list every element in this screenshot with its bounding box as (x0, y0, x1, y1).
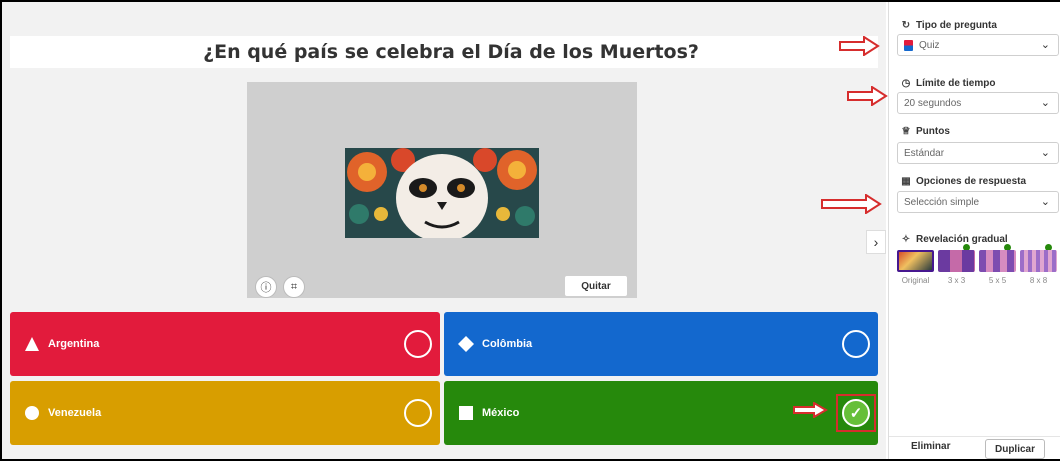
quiz-icon (904, 39, 913, 51)
answer-2[interactable]: Colômbia (444, 312, 878, 376)
question-editor: ¿En qué país se celebra el Día de los Mu… (2, 2, 886, 459)
medal-icon: ♕ (901, 126, 911, 137)
checkmark-icon: ✓ (849, 405, 863, 422)
reveal-option-label: Original (901, 276, 930, 285)
answer-3-correct-toggle[interactable] (404, 399, 432, 427)
answer-2-label: Colômbia (482, 338, 533, 350)
grid-icon: ▦ (901, 176, 911, 187)
answer-2-correct-toggle[interactable] (842, 330, 870, 358)
answer-options-heading: ▦ Opciones de respuesta (901, 176, 1026, 187)
media-area[interactable]: ⓘ ⌗ Quitar (247, 82, 637, 298)
annotation-arrow-icon (821, 194, 882, 214)
reveal-option-8x8[interactable]: 8 x 8 (1020, 242, 1057, 285)
answer-options-value: Selección simple (904, 196, 980, 208)
crop-icon[interactable]: ⌗ (283, 276, 305, 298)
question-type-label: Tipo de pregunta (916, 20, 997, 31)
reveal-option-label: 5 x 5 (988, 276, 1007, 285)
diamond-icon (458, 336, 474, 352)
answer-3-label: Venezuela (48, 407, 102, 419)
answer-3[interactable]: Venezuela (10, 381, 440, 445)
chevron-down-icon: ⌄ (1040, 147, 1050, 159)
chevron-down-icon: ⌄ (1040, 196, 1050, 208)
reveal-option-3x3[interactable]: 3 x 3 (938, 242, 975, 285)
info-icon[interactable]: ⓘ (255, 276, 277, 298)
reveal-option-label: 8 x 8 (1029, 276, 1048, 285)
points-select[interactable]: Estándar ⌄ (897, 142, 1059, 164)
answer-options-label: Opciones de respuesta (916, 176, 1027, 187)
media-tools: ⓘ ⌗ (255, 276, 305, 298)
remove-media-button[interactable]: Quitar (565, 276, 627, 296)
points-label: Puntos (916, 126, 950, 137)
reveal-thumbnail (1020, 250, 1057, 272)
reveal-heading: ✧ Revelación gradual (901, 234, 1008, 245)
time-limit-select[interactable]: 20 segundos ⌄ (897, 92, 1059, 114)
question-type-icon: ↻ (901, 20, 911, 31)
time-limit-heading: ◷ Límite de tiempo (901, 78, 996, 89)
reveal-option-label: 3 x 3 (947, 276, 966, 285)
duplicate-button[interactable]: Duplicar (985, 439, 1045, 459)
clock-icon: ◷ (901, 78, 911, 89)
points-heading: ♕ Puntos (901, 126, 950, 137)
delete-button[interactable]: Eliminar (911, 441, 950, 452)
reveal-thumbnail (979, 250, 1016, 272)
chevron-down-icon: ⌄ (1040, 97, 1050, 109)
answer-1-label: Argentina (48, 338, 100, 350)
question-title: ¿En qué país se celebra el Día de los Mu… (203, 41, 699, 63)
sidebar-footer: Eliminar Duplicar (889, 436, 1060, 459)
triangle-icon (25, 337, 39, 351)
reveal-thumbnail (938, 250, 975, 272)
answer-4-correct-toggle[interactable]: ✓ (842, 399, 870, 427)
reveal-options: Original 3 x 3 5 x 5 8 x 8 (897, 242, 1059, 285)
annotation-arrow-icon (839, 36, 880, 56)
settings-sidebar: ↻ Tipo de pregunta Quiz ⌄ ◷ Límite de ti… (888, 2, 1060, 459)
question-type-heading: ↻ Tipo de pregunta (901, 20, 997, 31)
reveal-option-5x5[interactable]: 5 x 5 (979, 242, 1016, 285)
points-value: Estándar (904, 147, 945, 159)
question-title-field[interactable]: ¿En qué país se celebra el Día de los Mu… (10, 36, 878, 68)
square-icon (459, 406, 473, 420)
answer-options-select[interactable]: Selección simple ⌄ (897, 191, 1059, 213)
reveal-thumbnail (897, 250, 934, 272)
collapse-sidebar-button[interactable]: › (866, 230, 886, 254)
question-type-value: Quiz (919, 39, 940, 51)
reveal-option-original[interactable]: Original (897, 250, 934, 285)
catrina-image (345, 148, 539, 238)
circle-icon (25, 406, 39, 420)
sparkle-icon: ✧ (901, 234, 911, 245)
answer-1[interactable]: Argentina (10, 312, 440, 376)
annotation-arrow-icon (847, 86, 888, 106)
answer-4-label: México (482, 407, 520, 419)
time-limit-value: 20 segundos (904, 97, 962, 109)
time-limit-label: Límite de tiempo (916, 78, 996, 89)
answer-1-correct-toggle[interactable] (404, 330, 432, 358)
question-type-select[interactable]: Quiz ⌄ (897, 34, 1059, 56)
chevron-right-icon: › (873, 234, 879, 250)
chevron-down-icon: ⌄ (1040, 39, 1050, 51)
annotation-arrow-icon (793, 402, 828, 418)
